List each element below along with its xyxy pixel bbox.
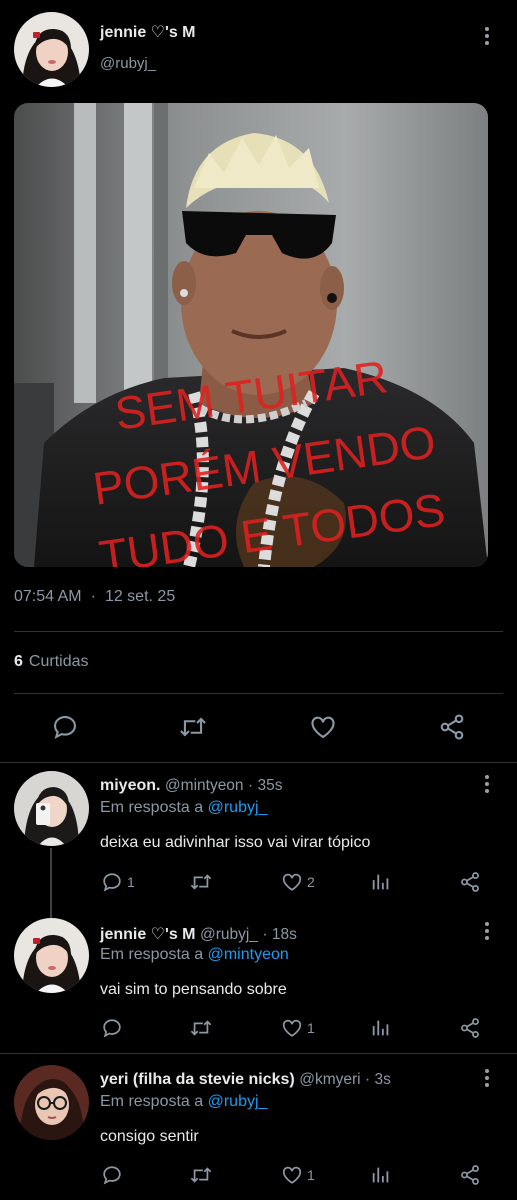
reply-context: Em resposta a @rubyj_ bbox=[100, 799, 267, 817]
reply-author-name[interactable]: jennie ♡'s M bbox=[100, 926, 196, 943]
retweet-arrows-icon bbox=[180, 717, 206, 737]
divider bbox=[14, 631, 503, 632]
reply-author-name[interactable]: miyeon. bbox=[100, 777, 160, 794]
reply-avatar-miyeon[interactable] bbox=[14, 771, 89, 846]
main-author-handle[interactable]: @rubyj_ bbox=[100, 55, 156, 72]
reply-header[interactable]: miyeon. @mintyeon · 35s bbox=[100, 777, 282, 795]
reply-header[interactable]: jennie ♡'s M @rubyj_ · 18s bbox=[100, 924, 297, 944]
share-button[interactable] bbox=[459, 1164, 481, 1186]
tweet-time: 07:54 AM bbox=[14, 588, 82, 605]
views-button[interactable] bbox=[370, 1164, 392, 1186]
reply-text: vai sim to pensando sobre bbox=[100, 981, 287, 998]
speech-bubble-icon bbox=[103, 873, 121, 892]
speech-bubble-icon bbox=[103, 1166, 121, 1185]
like-button[interactable]: 1 bbox=[281, 1017, 315, 1039]
reply-context: Em resposta a @rubyj_ bbox=[100, 1093, 267, 1111]
reply-time: · 3s bbox=[365, 1071, 391, 1088]
reply-prefix: Em resposta a bbox=[100, 946, 204, 963]
likes-summary[interactable]: 6 Curtidas bbox=[14, 653, 88, 671]
main-reply-button[interactable] bbox=[51, 713, 79, 741]
reply-author-name[interactable]: yeri (filha da stevie nicks) bbox=[100, 1071, 295, 1088]
reply-to-link[interactable]: @rubyj_ bbox=[208, 1093, 268, 1110]
reply-text: deixa eu adivinhar isso vai virar tópico bbox=[100, 834, 371, 851]
speech-bubble-icon bbox=[103, 1019, 121, 1038]
reply-button[interactable]: 1 bbox=[101, 871, 135, 893]
views-button[interactable] bbox=[370, 871, 392, 893]
reply-text: consigo sentir bbox=[100, 1128, 199, 1145]
tweet-date: 12 set. 25 bbox=[104, 588, 176, 605]
retweet-arrows-icon bbox=[190, 874, 212, 890]
divider bbox=[14, 693, 503, 694]
retweet-button[interactable] bbox=[189, 1017, 213, 1039]
main-avatar[interactable] bbox=[14, 12, 89, 87]
reply-time: · 35s bbox=[248, 777, 283, 794]
like-count: 1 bbox=[307, 1167, 315, 1183]
share-nodes-icon bbox=[461, 1165, 479, 1185]
reply-more-options-icon[interactable] bbox=[477, 919, 497, 943]
views-button[interactable] bbox=[370, 1017, 392, 1039]
retweet-button[interactable] bbox=[189, 1164, 213, 1186]
bar-chart-icon bbox=[372, 1167, 389, 1183]
reply-more-options-icon[interactable] bbox=[477, 772, 497, 796]
reply-more-options-icon[interactable] bbox=[477, 1066, 497, 1090]
speech-bubble-icon bbox=[54, 716, 76, 739]
heart-icon bbox=[311, 716, 335, 739]
reply-to-link[interactable]: @mintyeon bbox=[208, 946, 289, 963]
heart-icon bbox=[282, 1166, 302, 1184]
reply-time: · 18s bbox=[262, 926, 297, 943]
divider bbox=[0, 1053, 517, 1054]
reply-button[interactable] bbox=[101, 1164, 123, 1186]
main-author-name[interactable]: jennie ♡'s M bbox=[100, 22, 196, 42]
reply-header[interactable]: yeri (filha da stevie nicks) @kmyeri · 3… bbox=[100, 1071, 391, 1089]
like-button[interactable]: 1 bbox=[281, 1164, 315, 1186]
likes-count: 6 bbox=[14, 653, 23, 670]
bar-chart-icon bbox=[372, 874, 389, 890]
retweet-arrows-icon bbox=[190, 1167, 212, 1183]
main-like-button[interactable] bbox=[309, 713, 337, 741]
reply-avatar-yeri[interactable] bbox=[14, 1065, 89, 1140]
share-button[interactable] bbox=[459, 1017, 481, 1039]
share-nodes-icon bbox=[461, 1018, 479, 1038]
reply-prefix: Em resposta a bbox=[100, 799, 204, 816]
divider bbox=[0, 762, 517, 763]
likes-label: Curtidas bbox=[28, 653, 89, 670]
reply-author-handle[interactable]: @mintyeon bbox=[165, 777, 244, 794]
tweet-image[interactable]: SEM TUITAR PORÉM VENDO TUDO E TODOS bbox=[14, 103, 488, 567]
reply-author-handle[interactable]: @kmyeri bbox=[299, 1071, 360, 1088]
main-more-options-icon[interactable] bbox=[477, 24, 497, 48]
reply-prefix: Em resposta a bbox=[100, 1093, 204, 1110]
thread-line bbox=[50, 848, 52, 918]
bar-chart-icon bbox=[372, 1020, 389, 1036]
retweet-button[interactable] bbox=[189, 871, 213, 893]
share-button[interactable] bbox=[459, 871, 481, 893]
heart-icon bbox=[282, 873, 302, 891]
like-count: 2 bbox=[307, 874, 315, 890]
tweet-timestamp[interactable]: 07:54 AM · 12 set. 25 bbox=[14, 588, 175, 606]
main-share-button[interactable] bbox=[438, 713, 466, 741]
meta-separator: · bbox=[90, 588, 96, 605]
like-button[interactable]: 2 bbox=[281, 871, 315, 893]
reply-author-handle[interactable]: @rubyj_ bbox=[200, 926, 258, 943]
retweet-arrows-icon bbox=[190, 1020, 212, 1036]
heart-icon bbox=[282, 1019, 302, 1037]
share-nodes-icon bbox=[440, 714, 464, 740]
reply-count: 1 bbox=[127, 874, 135, 890]
reply-button[interactable] bbox=[101, 1017, 123, 1039]
like-count: 1 bbox=[307, 1020, 315, 1036]
reply-context: Em resposta a @mintyeon bbox=[100, 946, 289, 964]
reply-avatar-jennie[interactable] bbox=[14, 918, 89, 993]
share-nodes-icon bbox=[461, 872, 479, 892]
main-retweet-button[interactable] bbox=[178, 713, 208, 741]
reply-to-link[interactable]: @rubyj_ bbox=[208, 799, 268, 816]
